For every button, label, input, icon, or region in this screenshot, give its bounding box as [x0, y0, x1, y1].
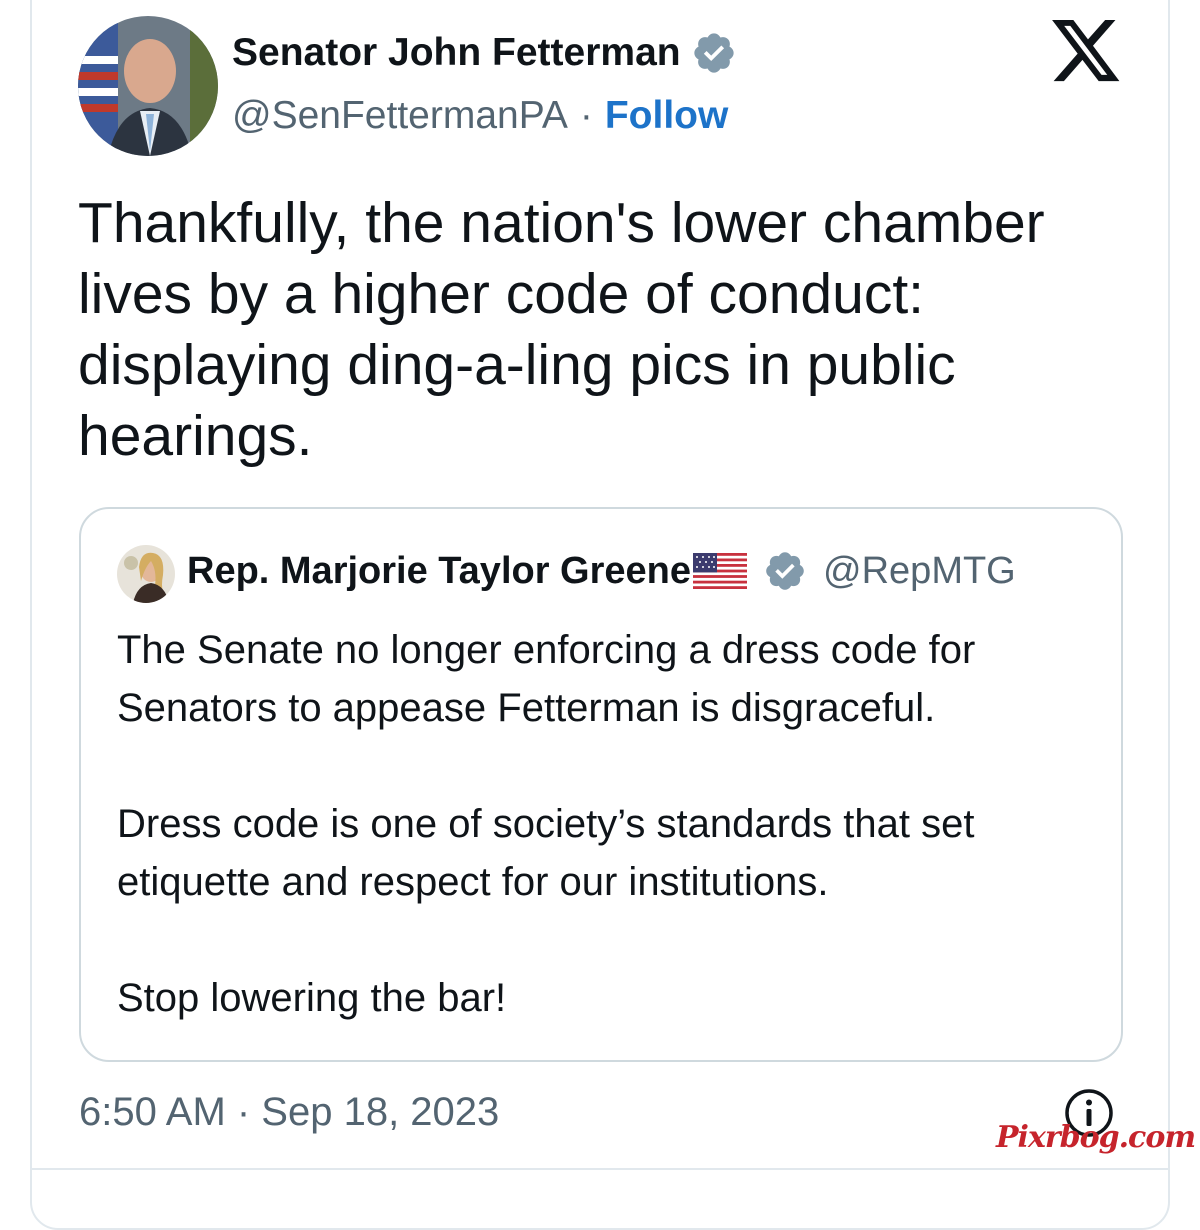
author-avatar[interactable] — [78, 16, 218, 156]
quoted-author-avatar[interactable] — [117, 545, 175, 603]
author-handle[interactable]: @SenFettermanPA — [232, 94, 568, 138]
quoted-author-handle[interactable]: @RepMTG — [823, 550, 1016, 593]
author-name[interactable]: Senator John Fetterman — [232, 31, 681, 75]
follow-button[interactable]: Follow — [605, 94, 728, 138]
tweet-text: Thankfully, the nation's lower chamber l… — [78, 191, 1045, 468]
quoted-paragraph: Stop lowering the bar! — [117, 976, 507, 1020]
divider — [30, 1168, 1170, 1170]
quoted-tweet-text: The Senate no longer enforcing a dress c… — [117, 621, 1097, 1027]
separator-dot: · — [579, 94, 593, 137]
verified-badge-icon — [693, 33, 734, 73]
x-logo-icon[interactable] — [1052, 20, 1122, 84]
verified-badge-icon — [766, 552, 804, 590]
quoted-paragraph: Dress code is one of society’s standards… — [117, 802, 975, 904]
us-flag-icon — [693, 553, 748, 589]
quoted-author-name[interactable]: Rep. Marjorie Taylor Greene — [187, 550, 691, 593]
watermark: Pixrbog.com — [996, 1120, 1196, 1155]
tweet-timestamp[interactable]: 6:50 AM · Sep 18, 2023 — [79, 1090, 499, 1135]
quoted-paragraph: The Senate no longer enforcing a dress c… — [117, 628, 976, 730]
quoted-tweet[interactable]: Rep. Marjorie Taylor Greene @RepMTG The … — [79, 507, 1123, 1062]
